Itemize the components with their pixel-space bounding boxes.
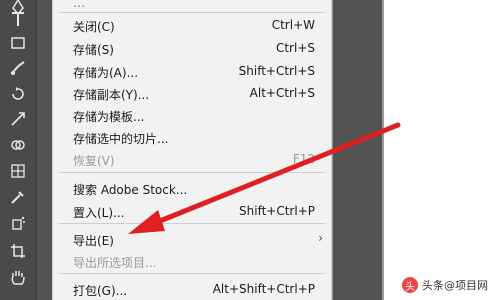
menu-separator	[59, 273, 325, 274]
menu-item-save-as[interactable]: 存储为(A)... Shift+Ctrl+S	[53, 60, 331, 82]
menu-separator	[59, 223, 325, 224]
menu-item-shortcut: Alt+Shift+Ctrl+P	[212, 282, 315, 296]
menu-item-save-selected-slices[interactable]: 存储选中的切片...	[53, 126, 331, 148]
shape-builder-icon[interactable]	[6, 134, 30, 156]
mesh-tool-icon[interactable]	[6, 160, 30, 182]
rotate-tool-icon[interactable]	[6, 83, 30, 105]
menu-item-label: 关闭(C)	[73, 20, 115, 34]
menu-item-save[interactable]: 存储(S) Ctrl+S	[53, 37, 331, 59]
menu-item-shortcut: F12	[292, 152, 315, 166]
submenu-arrow-icon: ›	[318, 231, 323, 245]
artboard-tool-icon[interactable]	[6, 240, 30, 262]
menu-item-label: 存储副本(Y)...	[73, 88, 150, 102]
menu-item-export[interactable]: 导出(E) ›	[53, 228, 331, 250]
menu-item-shortcut: Ctrl+W	[271, 18, 315, 32]
symbol-sprayer-icon[interactable]	[6, 212, 30, 234]
artboard-canvas[interactable]	[382, 0, 500, 300]
menu-item-place[interactable]: 置入(L)... Shift+Ctrl+P	[53, 200, 331, 222]
tools-panel	[0, 0, 37, 300]
menu-item-label: 存储选中的切片...	[73, 132, 169, 146]
rectangle-tool-icon[interactable]	[6, 32, 30, 54]
brush-tool-icon[interactable]	[6, 57, 30, 79]
watermark-text: 头条@项目网	[422, 279, 488, 292]
menu-item-revert[interactable]: 恢复(V) F12	[53, 148, 331, 170]
menu-item-shortcut: Shift+Ctrl+P	[239, 204, 315, 218]
menu-item-shortcut: Alt+Ctrl+S	[249, 86, 315, 100]
menu-item-label: 存储为(A)...	[73, 66, 139, 80]
menu-item-label: 打包(G)...	[73, 284, 128, 298]
menu-item-shortcut: Ctrl+S	[275, 41, 315, 55]
menu-item-close[interactable]: 关闭(C) Ctrl+W	[53, 14, 331, 36]
file-menu: … 关闭(C) Ctrl+W 存储(S) Ctrl+S 存储为(A)... Sh…	[52, 0, 332, 300]
menu-separator	[59, 172, 325, 173]
menu-separator	[59, 12, 325, 13]
menu-item-shortcut: Shift+Ctrl+S	[238, 64, 315, 78]
menu-item-export-selection[interactable]: 导出所选项目...	[53, 250, 331, 272]
type-tool-icon[interactable]	[6, 8, 30, 30]
menu-item-search-adobe-stock[interactable]: 搜索 Adobe Stock...	[53, 177, 331, 199]
watermark-logo-icon: 头	[402, 277, 418, 293]
menu-item-label: 导出所选项目...	[73, 256, 157, 270]
menu-item-save-copy[interactable]: 存储副本(Y)... Alt+Ctrl+S	[53, 82, 331, 104]
menu-item-label: 置入(L)...	[73, 206, 125, 220]
menu-item-label: 搜索 Adobe Stock...	[73, 183, 188, 197]
menu-item-save-as-template[interactable]: 存储为模板...	[53, 104, 331, 126]
eyedropper-tool-icon[interactable]	[6, 186, 30, 208]
hand-tool-icon[interactable]	[6, 266, 30, 288]
menu-item-label: 存储(S)	[73, 43, 114, 57]
menu-item-label: 恢复(V)	[73, 154, 115, 168]
menu-item-label: 导出(E)	[73, 234, 114, 248]
menu-item-package[interactable]: 打包(G)... Alt+Shift+Ctrl+P	[53, 278, 331, 300]
scale-tool-icon[interactable]	[6, 108, 30, 130]
menu-item-label: 存储为模板...	[73, 110, 145, 124]
watermark: 头 头条@项目网	[398, 274, 500, 296]
